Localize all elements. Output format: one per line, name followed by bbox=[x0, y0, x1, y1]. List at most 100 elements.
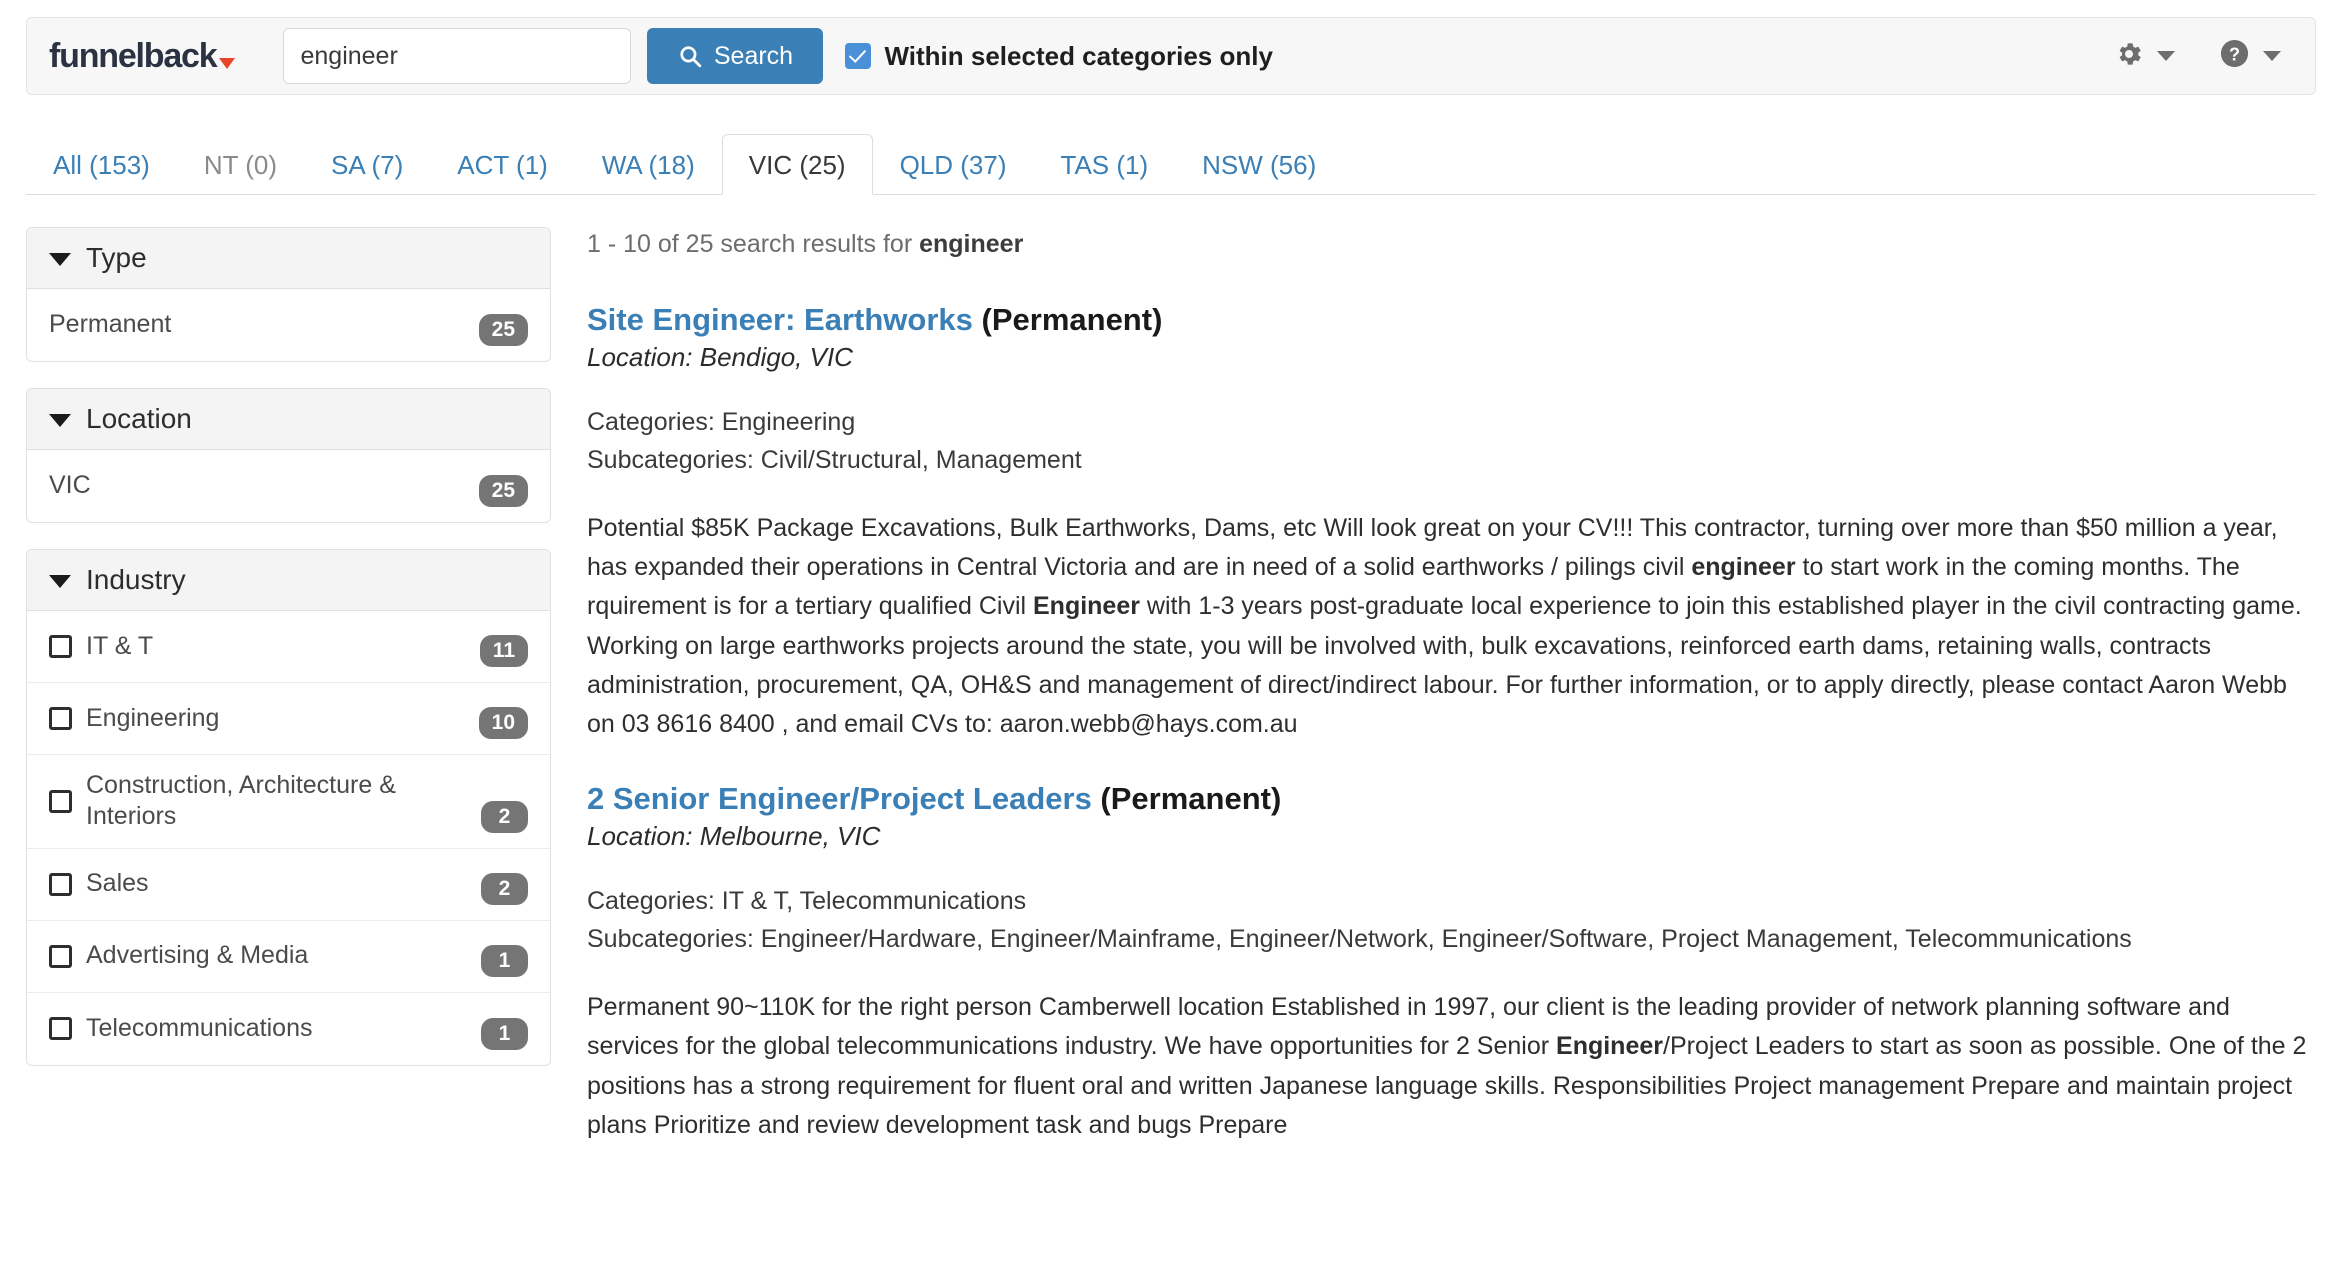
result-categories: Categories: Engineering Subcategories: Ci… bbox=[587, 403, 2316, 479]
help-menu[interactable]: ? bbox=[2219, 38, 2281, 74]
result-description: Potential $85K Package Excavations, Bulk… bbox=[587, 509, 2316, 745]
facet-item-count-badge: 25 bbox=[478, 314, 528, 346]
facet-item-count-badge: 1 bbox=[481, 1017, 528, 1050]
logo-triangle-icon bbox=[219, 58, 236, 69]
funnelback-logo[interactable]: funnelback bbox=[49, 37, 236, 75]
checkbox-unchecked-icon[interactable] bbox=[49, 944, 72, 968]
search-input[interactable] bbox=[283, 28, 632, 84]
facet-item-label: Advertising & Media bbox=[86, 941, 309, 970]
facet-item-count-badge: 11 bbox=[479, 635, 528, 667]
result-employment-type: (Permanent) bbox=[972, 302, 1163, 337]
within-categories-checkbox[interactable] bbox=[845, 43, 872, 69]
facet-item[interactable]: Engineering 10 bbox=[27, 683, 550, 755]
results-list: Site Engineer: Earthworks (Permanent) Loc… bbox=[587, 301, 2316, 1145]
chevron-down-icon bbox=[49, 575, 71, 588]
page-content: Type Permanent 25 Location VIC 25 Industry IT &… bbox=[26, 227, 2316, 1181]
facet-header-industry[interactable]: Industry bbox=[27, 550, 550, 611]
result-title-text: /Project Leaders bbox=[850, 781, 1092, 817]
result-title-text: : Earthworks bbox=[785, 302, 973, 337]
facet-item[interactable]: Permanent 25 bbox=[27, 289, 550, 361]
facet-item-count-badge: 2 bbox=[481, 872, 528, 905]
facet-industry: Industry IT & T 11 Engineering 10 Constructio… bbox=[26, 549, 551, 1066]
facet-header-location[interactable]: Location bbox=[27, 389, 550, 450]
chevron-down-icon bbox=[2157, 51, 2175, 61]
header-controls: ? bbox=[2114, 38, 2293, 74]
result-employment-type: (Permanent) bbox=[1091, 781, 1282, 817]
results-summary-prefix: 1 - 10 of 25 search results for bbox=[587, 230, 920, 258]
result-title-text: 2 Senior bbox=[587, 781, 718, 817]
checkbox-unchecked-icon[interactable] bbox=[49, 1017, 72, 1040]
header-bar: funnelback Search Within selected catego… bbox=[26, 17, 2316, 95]
result-categories-line: Categories: Engineering bbox=[587, 407, 856, 436]
result-location: Location: Bendigo, VIC bbox=[587, 341, 853, 372]
result-title: Site Engineer: Earthworks (Permanent) bbox=[587, 301, 2316, 340]
facet-item-label: Construction, Architecture & Interiors bbox=[86, 771, 396, 831]
facet-title: Industry bbox=[86, 564, 186, 595]
help-circle-icon: ? bbox=[2219, 38, 2250, 74]
tab-all[interactable]: All (153) bbox=[26, 134, 177, 195]
search-result: Site Engineer: Earthworks (Permanent) Loc… bbox=[587, 301, 2316, 744]
result-title-highlight: Engineer bbox=[652, 302, 786, 337]
facet-item-count-badge: 1 bbox=[481, 944, 528, 977]
facet-item[interactable]: Construction, Architecture & Interiors 2 bbox=[27, 755, 550, 849]
search-button-label: Search bbox=[713, 41, 794, 70]
facet-item-count-badge: 2 bbox=[481, 800, 528, 833]
facet-item-label: IT & T bbox=[86, 631, 154, 660]
tab-act[interactable]: ACT (1) bbox=[430, 134, 575, 195]
facet-item[interactable]: IT & T 11 bbox=[27, 611, 550, 683]
facet-item-label: Telecommunications bbox=[86, 1013, 313, 1042]
within-categories-checkbox-group[interactable]: Within selected categories only bbox=[845, 40, 1273, 72]
search-button[interactable]: Search bbox=[647, 28, 824, 84]
result-description-highlight: Engineer bbox=[1556, 1032, 1663, 1061]
results-summary: 1 - 10 of 25 search results for engineer bbox=[587, 230, 2316, 259]
result-title-text: Site bbox=[587, 302, 653, 337]
tab-vic[interactable]: VIC (25) bbox=[721, 134, 873, 195]
facet-item-label: VIC bbox=[49, 471, 91, 500]
tab-wa[interactable]: WA (18) bbox=[575, 134, 722, 195]
facet-item[interactable]: VIC 25 bbox=[27, 450, 550, 522]
facet-type: Type Permanent 25 bbox=[26, 227, 551, 362]
result-description-highlight: engineer bbox=[1691, 553, 1796, 581]
tab-nt: NT (0) bbox=[203, 150, 278, 180]
result-title-link[interactable]: Site Engineer: Earthworks bbox=[587, 302, 973, 337]
checkbox-unchecked-icon[interactable] bbox=[49, 789, 72, 813]
result-description: Permanent 90~110K for the right person C… bbox=[587, 988, 2316, 1145]
state-tabs: All (153) NT (0) SA (7) ACT (1) WA (18) VIC (… bbox=[26, 133, 2316, 195]
checkbox-unchecked-icon[interactable] bbox=[49, 635, 72, 658]
facet-title: Type bbox=[86, 242, 147, 273]
within-categories-label: Within selected categories only bbox=[884, 40, 1273, 71]
tab-tas[interactable]: TAS (1) bbox=[1034, 134, 1176, 195]
tab-nsw[interactable]: NSW (56) bbox=[1175, 134, 1343, 195]
chevron-down-icon bbox=[49, 414, 71, 427]
facet-item-label: Sales bbox=[86, 869, 149, 898]
checkbox-unchecked-icon[interactable] bbox=[49, 872, 72, 896]
result-title: 2 Senior Engineer/Project Leaders (Perma… bbox=[587, 780, 2316, 819]
chevron-down-icon bbox=[49, 253, 71, 266]
search-icon bbox=[678, 44, 703, 69]
facet-item[interactable]: Advertising & Media 1 bbox=[27, 921, 550, 993]
result-location: Location: Melbourne, VIC bbox=[587, 821, 881, 851]
tab-sa[interactable]: SA (7) bbox=[304, 134, 430, 195]
result-description-highlight: Engineer bbox=[1033, 592, 1140, 621]
result-subcategories-line: Subcategories: Civil/Structural, Managem… bbox=[587, 445, 1082, 474]
facet-item[interactable]: Telecommunications 1 bbox=[27, 993, 550, 1065]
chevron-down-icon bbox=[2263, 51, 2281, 61]
result-categories: Categories: IT & T, Telecommunications Su… bbox=[587, 882, 2316, 958]
result-title-link[interactable]: 2 Senior Engineer/Project Leaders bbox=[587, 781, 1092, 816]
results-column: 1 - 10 of 25 search results for engineer… bbox=[587, 227, 2316, 1181]
result-subcategories-line: Subcategories: Engineer/Hardware, Engine… bbox=[587, 925, 2132, 953]
facet-item-count-badge: 25 bbox=[478, 475, 528, 507]
logo-text: funnelback bbox=[49, 37, 218, 75]
checkbox-unchecked-icon[interactable] bbox=[49, 707, 72, 730]
result-categories-line: Categories: IT & T, Telecommunications bbox=[587, 887, 1027, 915]
tab-qld[interactable]: QLD (37) bbox=[873, 134, 1034, 195]
facet-item[interactable]: Sales 2 bbox=[27, 849, 550, 921]
gear-icon bbox=[2114, 39, 2144, 74]
settings-menu[interactable] bbox=[2114, 39, 2175, 74]
facets-sidebar: Type Permanent 25 Location VIC 25 Industry IT &… bbox=[26, 227, 551, 1181]
facet-item-label: Engineering bbox=[86, 703, 220, 732]
facet-header-type[interactable]: Type bbox=[27, 228, 550, 289]
facet-item-label: Permanent bbox=[49, 310, 172, 339]
svg-text:?: ? bbox=[2229, 44, 2240, 64]
facet-location: Location VIC 25 bbox=[26, 388, 551, 523]
